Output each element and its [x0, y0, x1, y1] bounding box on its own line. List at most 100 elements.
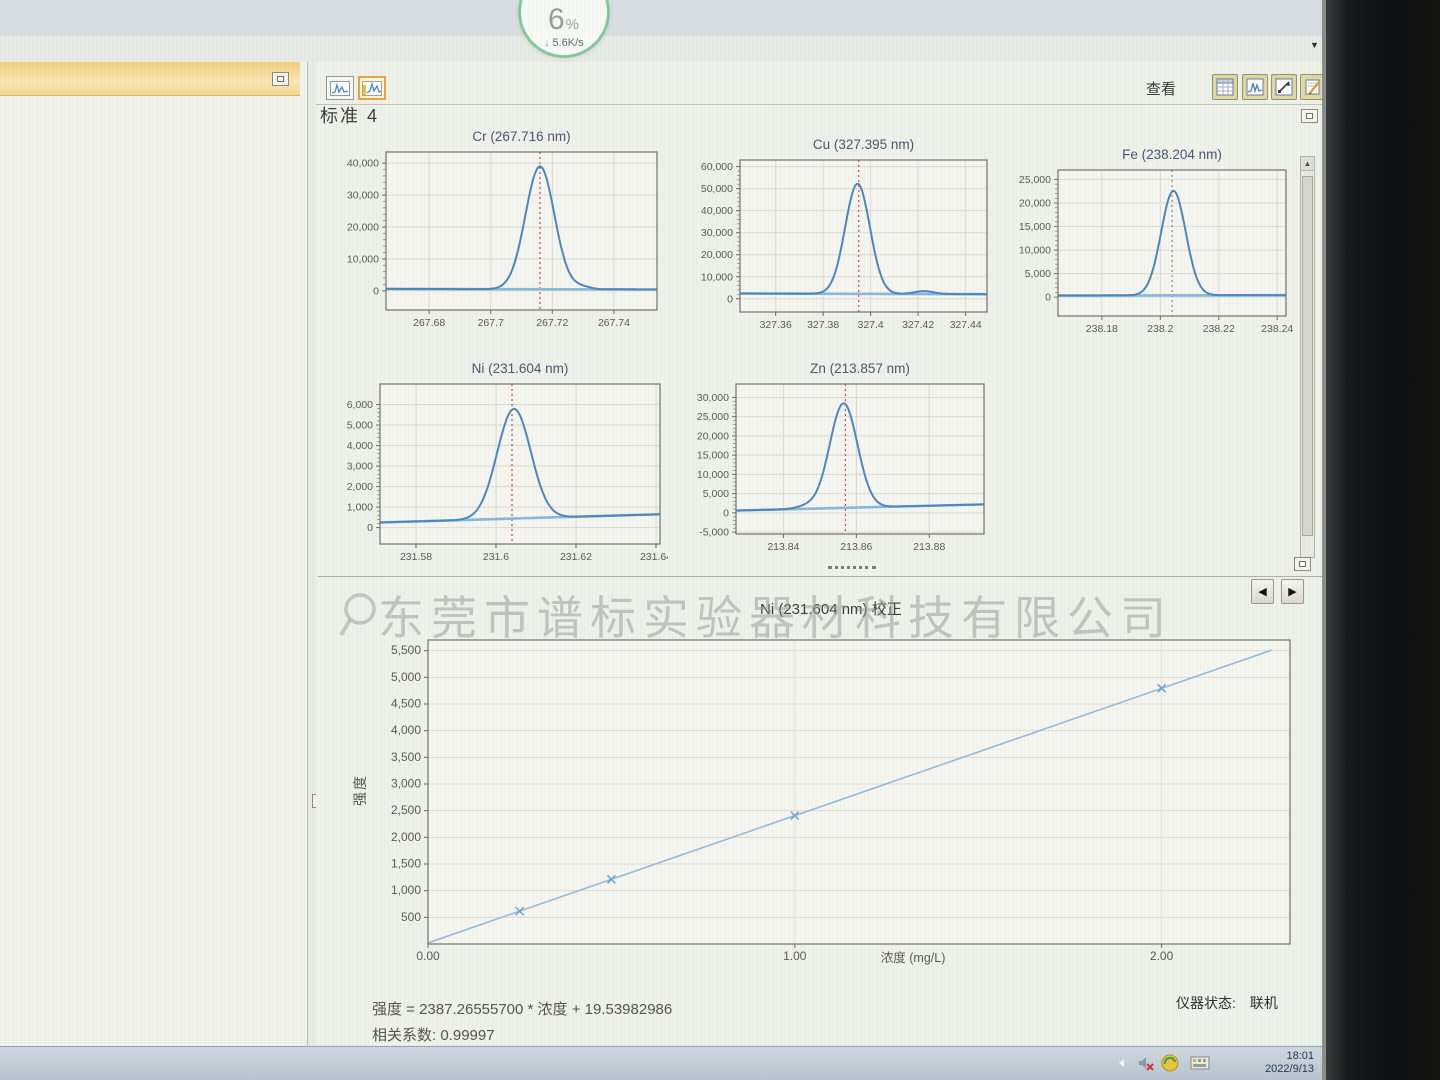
svg-text:327.38: 327.38	[807, 319, 839, 331]
spectra-scrollbar-thumb[interactable]	[1302, 176, 1313, 536]
left-panel	[0, 62, 308, 1080]
correlation-coefficient: 相关系数: 0.99997	[372, 1027, 495, 1044]
svg-text:5,500: 5,500	[391, 643, 421, 657]
status-badge: 联机	[1249, 995, 1278, 1011]
tray-ime-app[interactable]	[1160, 1053, 1180, 1073]
tab-spectrum-view-2-selected[interactable]	[358, 76, 386, 100]
edit-note-icon	[1305, 79, 1320, 95]
spectrum-chart-ni[interactable]: Ni (231.604 nm) 231.58 231.6 231.62 231.64 0 1…	[330, 360, 668, 574]
tray-volume-muted[interactable]	[1136, 1053, 1156, 1073]
spectra-scrollbar-up-button[interactable]: ▲	[1300, 156, 1315, 171]
toolbar-separator	[316, 104, 1326, 105]
svg-text:10,000: 10,000	[697, 469, 729, 481]
svg-text:15,000: 15,000	[697, 450, 729, 462]
calibration-chart-svg[interactable]: 浓度 (mg/L) 0.00 1.00 2.00 500 1,000 1,500 2,000 2…	[352, 626, 1302, 988]
svg-text:30,000: 30,000	[697, 392, 729, 404]
svg-text:231.58: 231.58	[400, 551, 432, 563]
arrow-left-icon: ◀	[1258, 586, 1267, 598]
svg-text:30,000: 30,000	[347, 190, 379, 202]
svg-text:231.64: 231.64	[640, 551, 668, 563]
calibration-title: Ni (231.604 nm) 校正	[760, 601, 902, 618]
svg-text:238.18: 238.18	[1086, 323, 1118, 335]
svg-text:267.72: 267.72	[536, 317, 568, 329]
tray-keyboard[interactable]	[1190, 1053, 1210, 1073]
svg-text:231.62: 231.62	[560, 551, 592, 563]
spectrum-chart-cu[interactable]: Cu (327.395 nm) 327.36 327.38 327.4 327.42 32…	[680, 136, 995, 342]
svg-text:25,000: 25,000	[697, 411, 729, 423]
spectrum-chart-cr[interactable]: Cr (267.716 nm) 267.68 267.7 267.72 267.74 0 1…	[330, 128, 665, 340]
svg-text:2,000: 2,000	[391, 830, 421, 844]
svg-text:10,000: 10,000	[347, 253, 379, 265]
svg-text:1,000: 1,000	[391, 883, 421, 897]
photo-top-band	[0, 0, 1440, 36]
view-chart-button[interactable]	[1242, 74, 1268, 100]
svg-text:20,000: 20,000	[701, 249, 733, 261]
svg-text:0: 0	[373, 285, 379, 297]
svg-text:2,500: 2,500	[391, 803, 421, 817]
svg-text:3,000: 3,000	[391, 777, 421, 791]
monitor-bezel	[1326, 0, 1440, 1080]
tray-expand-button[interactable]	[1112, 1053, 1132, 1073]
calibration-chart[interactable]: 浓度 (mg/L) 0.00 1.00 2.00 500 1,000 1,500 2,000 2…	[352, 626, 1302, 988]
spectrum-chart-zn-svg[interactable]: Zn (213.857 nm) 213.84 213.86 213.88 -5,000 0…	[680, 360, 992, 564]
spectrum-tab-selected-icon	[362, 80, 382, 96]
svg-text:浓度 (mg/L): 浓度 (mg/L)	[881, 950, 946, 965]
svg-text:4,500: 4,500	[391, 697, 421, 711]
chevron-down-icon[interactable]: ▼	[1310, 40, 1319, 50]
svg-text:327.44: 327.44	[950, 319, 982, 331]
svg-text:2,000: 2,000	[347, 481, 373, 493]
svg-text:267.7: 267.7	[478, 317, 504, 329]
svg-text:5,000: 5,000	[703, 488, 729, 500]
left-panel-header	[0, 62, 300, 96]
svg-text:238.2: 238.2	[1147, 323, 1173, 335]
svg-text:327.4: 327.4	[857, 319, 883, 331]
svg-text:25,000: 25,000	[1019, 174, 1051, 186]
svg-text:10,000: 10,000	[1019, 245, 1051, 257]
svg-text:15,000: 15,000	[1019, 221, 1051, 233]
view-scale-button[interactable]	[1271, 74, 1297, 100]
svg-text:20,000: 20,000	[1019, 197, 1051, 209]
spectrum-tab-icon	[330, 80, 350, 96]
svg-text:327.42: 327.42	[902, 319, 934, 331]
calibration-panel-collapse-button[interactable]	[1294, 557, 1311, 571]
svg-text:213.84: 213.84	[767, 541, 799, 553]
svg-text:213.88: 213.88	[913, 541, 945, 553]
calibration-prev-button[interactable]: ◀	[1251, 579, 1274, 604]
spectra-panel-collapse-button[interactable]	[1301, 109, 1318, 123]
round-app-icon	[1161, 1054, 1179, 1072]
svg-text:Zn (213.857 nm): Zn (213.857 nm)	[810, 361, 910, 376]
svg-text:4,000: 4,000	[347, 440, 373, 452]
arrow-right-icon: ▶	[1288, 586, 1297, 598]
tab-spectrum-view-1[interactable]	[326, 76, 354, 100]
scale-arrow-icon	[1275, 78, 1293, 96]
svg-text:60,000: 60,000	[701, 161, 733, 173]
spectrum-chart-fe-svg[interactable]: Fe (238.204 nm) 238.18 238.2 238.22 238.24 0 5…	[1006, 146, 1294, 346]
spectrum-chart-zn[interactable]: Zn (213.857 nm) 213.84 213.86 213.88 -5,000 0…	[680, 360, 992, 564]
photo-top-band-2	[0, 36, 1440, 62]
svg-text:30,000: 30,000	[701, 227, 733, 239]
svg-text:0: 0	[367, 522, 373, 534]
view-table-button[interactable]	[1212, 74, 1238, 100]
svg-text:0: 0	[723, 507, 729, 519]
spectrum-chart-fe[interactable]: Fe (238.204 nm) 238.18 238.2 238.22 238.24 0 5…	[1006, 146, 1294, 346]
calibration-next-button[interactable]: ▶	[1281, 579, 1304, 604]
svg-text:500: 500	[401, 910, 421, 924]
spectrum-chart-cr-svg[interactable]: Cr (267.716 nm) 267.68 267.7 267.72 267.74 0 1…	[330, 128, 665, 340]
spectrum-chart-ni-svg[interactable]: Ni (231.604 nm) 231.58 231.6 231.62 231.64 0 1…	[330, 360, 668, 574]
page-title: 标准 4	[320, 106, 380, 126]
svg-text:3,500: 3,500	[391, 750, 421, 764]
panel-separator	[318, 576, 1326, 577]
left-panel-collapse-button[interactable]	[272, 72, 289, 86]
taskbar-clock[interactable]: 18:01 2022/9/13	[1265, 1050, 1314, 1076]
splitter-handle[interactable]	[828, 566, 876, 569]
svg-text:Ni (231.604 nm): Ni (231.604 nm)	[472, 361, 569, 376]
svg-text:1.00: 1.00	[783, 949, 807, 963]
badge-download-speed: ↓ 5.6K/s	[544, 37, 584, 49]
table-view-icon	[1216, 78, 1234, 96]
keyboard-icon	[1190, 1056, 1210, 1070]
svg-text:3,000: 3,000	[347, 461, 373, 473]
svg-text:0.00: 0.00	[416, 949, 440, 963]
instrument-status: 仪器状态: 联机	[1176, 995, 1278, 1011]
down-arrow-icon: ↓	[544, 38, 550, 49]
spectrum-chart-cu-svg[interactable]: Cu (327.395 nm) 327.36 327.38 327.4 327.42 32…	[680, 136, 995, 342]
